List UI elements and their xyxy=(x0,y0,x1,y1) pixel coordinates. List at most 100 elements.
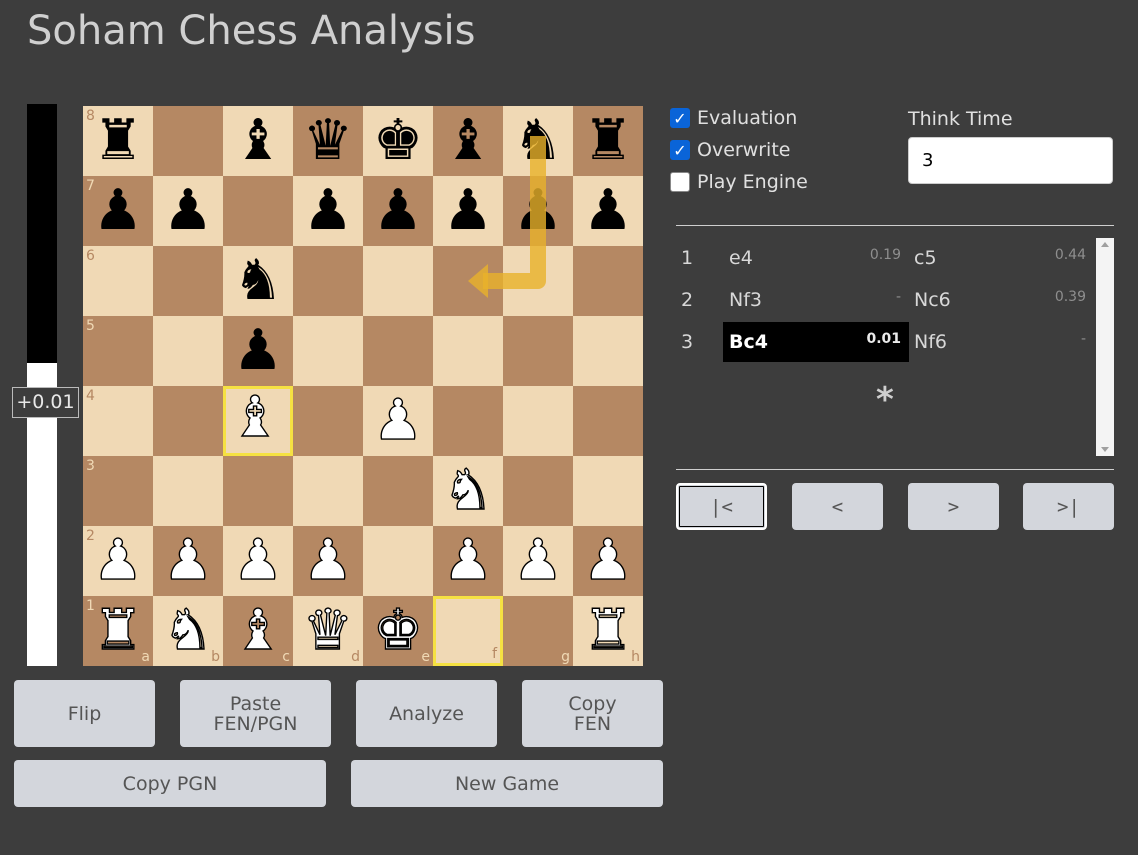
square-d8[interactable]: ♛ xyxy=(293,106,363,176)
square-e6[interactable] xyxy=(363,246,433,316)
square-f3[interactable]: ♞ xyxy=(433,456,503,526)
square-a7[interactable]: 7 ♟ xyxy=(83,176,153,246)
square-g4[interactable] xyxy=(503,386,573,456)
white-knight-icon[interactable]: ♞ xyxy=(433,456,503,526)
square-c2[interactable]: ♟ xyxy=(223,526,293,596)
black-rook-icon[interactable]: ♜ xyxy=(83,106,153,176)
new-game-button[interactable]: New Game xyxy=(351,760,663,807)
square-a5[interactable]: 5 xyxy=(83,316,153,386)
square-b2[interactable]: ♟ xyxy=(153,526,223,596)
black-pawn-icon[interactable]: ♟ xyxy=(223,316,293,386)
square-a4[interactable]: 4 xyxy=(83,386,153,456)
black-pawn-icon[interactable]: ♟ xyxy=(433,176,503,246)
white-king-icon[interactable]: ♚ xyxy=(363,596,433,666)
think-time-input[interactable] xyxy=(908,137,1113,184)
black-pawn-icon[interactable]: ♟ xyxy=(363,176,433,246)
scroll-up-icon[interactable] xyxy=(1101,242,1109,247)
black-knight-icon[interactable]: ♞ xyxy=(223,246,293,316)
square-e7[interactable]: ♟ xyxy=(363,176,433,246)
square-d5[interactable] xyxy=(293,316,363,386)
square-h3[interactable] xyxy=(573,456,643,526)
evaluation-checkbox[interactable]: ✓ xyxy=(670,108,690,128)
square-h8[interactable]: ♜ xyxy=(573,106,643,176)
square-e8[interactable]: ♚ xyxy=(363,106,433,176)
square-c4[interactable]: ♝ xyxy=(223,386,293,456)
black-pawn-icon[interactable]: ♟ xyxy=(293,176,363,246)
overwrite-checkbox[interactable]: ✓ xyxy=(670,140,690,160)
black-pawn-icon[interactable]: ♟ xyxy=(153,176,223,246)
square-g6[interactable] xyxy=(503,246,573,316)
white-move[interactable]: Bc4 0.01 xyxy=(723,322,909,362)
square-d4[interactable] xyxy=(293,386,363,456)
play-engine-checkbox[interactable] xyxy=(670,172,690,192)
scroll-down-icon[interactable] xyxy=(1101,447,1109,452)
square-f5[interactable] xyxy=(433,316,503,386)
overwrite-option[interactable]: ✓ Overwrite xyxy=(670,139,790,161)
square-g1[interactable]: g xyxy=(503,596,573,666)
square-a8[interactable]: 8 ♜ xyxy=(83,106,153,176)
square-b4[interactable] xyxy=(153,386,223,456)
white-pawn-icon[interactable]: ♟ xyxy=(573,526,643,596)
square-c5[interactable]: ♟ xyxy=(223,316,293,386)
white-queen-icon[interactable]: ♛ xyxy=(293,596,363,666)
white-pawn-icon[interactable]: ♟ xyxy=(503,526,573,596)
white-pawn-icon[interactable]: ♟ xyxy=(363,386,433,456)
flip-button[interactable]: Flip xyxy=(14,680,155,747)
black-pawn-icon[interactable]: ♟ xyxy=(573,176,643,246)
black-king-icon[interactable]: ♚ xyxy=(363,106,433,176)
square-d1[interactable]: d ♛ xyxy=(293,596,363,666)
black-bishop-icon[interactable]: ♝ xyxy=(433,106,503,176)
white-knight-icon[interactable]: ♞ xyxy=(153,596,223,666)
black-move[interactable]: c5 0.44 xyxy=(908,238,1094,278)
square-g2[interactable]: ♟ xyxy=(503,526,573,596)
square-f2[interactable]: ♟ xyxy=(433,526,503,596)
square-g5[interactable] xyxy=(503,316,573,386)
black-rook-icon[interactable]: ♜ xyxy=(573,106,643,176)
square-e4[interactable]: ♟ xyxy=(363,386,433,456)
square-f8[interactable]: ♝ xyxy=(433,106,503,176)
black-queen-icon[interactable]: ♛ xyxy=(293,106,363,176)
square-b6[interactable] xyxy=(153,246,223,316)
white-move[interactable]: Nf3 - xyxy=(723,280,909,320)
square-b1[interactable]: b ♞ xyxy=(153,596,223,666)
first-move-button[interactable]: |< xyxy=(676,483,767,530)
white-bishop-icon[interactable]: ♝ xyxy=(223,596,293,666)
black-move[interactable]: Nc6 0.39 xyxy=(908,280,1094,320)
white-bishop-icon[interactable]: ♝ xyxy=(223,386,287,450)
play-engine-option[interactable]: Play Engine xyxy=(670,171,808,193)
paste-fen-pgn-button[interactable]: Paste FEN/PGN xyxy=(180,680,331,747)
white-pawn-icon[interactable]: ♟ xyxy=(153,526,223,596)
square-c8[interactable]: ♝ xyxy=(223,106,293,176)
square-d2[interactable]: ♟ xyxy=(293,526,363,596)
white-rook-icon[interactable]: ♜ xyxy=(573,596,643,666)
previous-move-button[interactable]: < xyxy=(792,483,883,530)
copy-pgn-button[interactable]: Copy PGN xyxy=(14,760,326,807)
white-pawn-icon[interactable]: ♟ xyxy=(83,526,153,596)
square-a6[interactable]: 6 xyxy=(83,246,153,316)
square-e2[interactable] xyxy=(363,526,433,596)
square-c6[interactable]: ♞ xyxy=(223,246,293,316)
evaluation-option[interactable]: ✓ Evaluation xyxy=(670,107,797,129)
square-h7[interactable]: ♟ xyxy=(573,176,643,246)
square-c7[interactable] xyxy=(223,176,293,246)
square-f4[interactable] xyxy=(433,386,503,456)
square-f7[interactable]: ♟ xyxy=(433,176,503,246)
white-move[interactable]: e4 0.19 xyxy=(723,238,909,278)
square-d6[interactable] xyxy=(293,246,363,316)
square-g3[interactable] xyxy=(503,456,573,526)
square-h6[interactable] xyxy=(573,246,643,316)
square-c3[interactable] xyxy=(223,456,293,526)
square-g7[interactable]: ♟ xyxy=(503,176,573,246)
square-c1[interactable]: c ♝ xyxy=(223,596,293,666)
square-h2[interactable]: ♟ xyxy=(573,526,643,596)
white-pawn-icon[interactable]: ♟ xyxy=(293,526,363,596)
black-pawn-icon[interactable]: ♟ xyxy=(503,176,573,246)
black-bishop-icon[interactable]: ♝ xyxy=(223,106,293,176)
square-g8[interactable]: ♞ xyxy=(503,106,573,176)
white-rook-icon[interactable]: ♜ xyxy=(83,596,153,666)
white-pawn-icon[interactable]: ♟ xyxy=(433,526,503,596)
square-e1[interactable]: e ♚ xyxy=(363,596,433,666)
square-d3[interactable] xyxy=(293,456,363,526)
black-knight-icon[interactable]: ♞ xyxy=(503,106,573,176)
white-pawn-icon[interactable]: ♟ xyxy=(223,526,293,596)
